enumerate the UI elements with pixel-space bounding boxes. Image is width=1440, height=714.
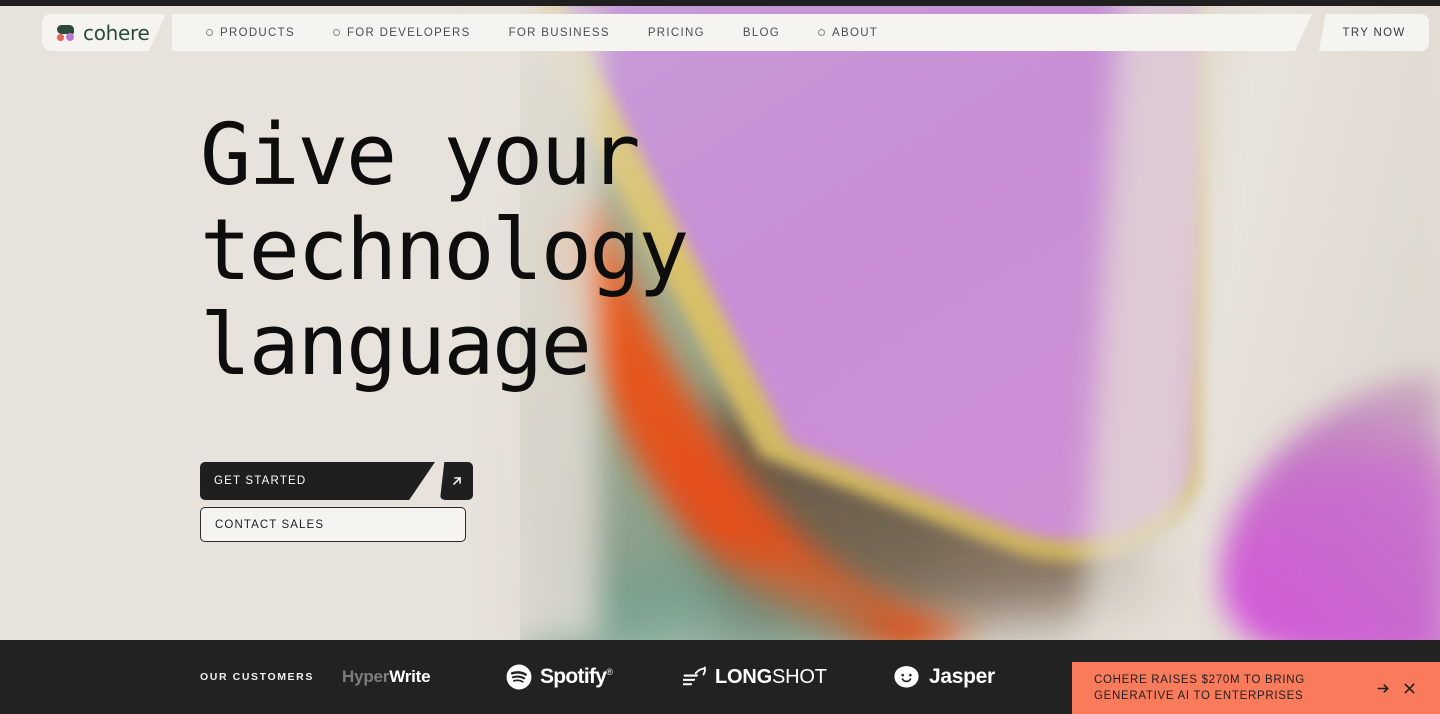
nav-item-label: FOR BUSINESS (508, 26, 610, 39)
nav-item-for-developers[interactable]: FOR DEVELOPERS (332, 26, 471, 39)
top-navigation: cohere PRODUCTS FOR DEVELOPERS FOR BUSIN… (0, 0, 1440, 62)
top-edge-strip (0, 0, 1440, 6)
hero-cta-group: GET STARTED CONTACT SALES (200, 462, 473, 542)
customer-logo-jasper[interactable]: Jasper (893, 665, 995, 689)
announcement-go-button[interactable] (1370, 675, 1396, 701)
contact-sales-button[interactable]: CONTACT SALES (200, 507, 466, 542)
nav-item-label: FOR DEVELOPERS (346, 26, 471, 39)
nav-item-for-business[interactable]: FOR BUSINESS (509, 27, 610, 39)
dropdown-dot-icon (206, 29, 213, 36)
spotify-icon (506, 664, 532, 690)
spotify-wordmark: Spotify® (540, 665, 613, 688)
nav-item-about[interactable]: ABOUT (818, 27, 878, 39)
nav-item-label: PRODUCTS (220, 26, 295, 39)
nav-item-pricing[interactable]: PRICING (648, 27, 705, 39)
page-root: cohere PRODUCTS FOR DEVELOPERS FOR BUSIN… (0, 0, 1440, 714)
customer-logo-longshot[interactable]: LONGSHOT (683, 666, 827, 689)
jasper-wordmark: Jasper (929, 665, 995, 688)
announcement-banner: COHERE RAISES $270M TO BRING GENERATIVE … (1072, 662, 1440, 714)
nav-item-products[interactable]: PRODUCTS (206, 27, 295, 39)
hyperwrite-part-dim: Hyper (342, 667, 390, 686)
headline-line-1: Give your (200, 106, 641, 205)
nav-item-label: ABOUT (832, 26, 879, 39)
announcement-close-button[interactable] (1396, 675, 1422, 701)
nav-item-blog[interactable]: BLOG (743, 27, 780, 39)
close-icon (1403, 682, 1415, 694)
try-now-button[interactable]: TRY NOW (1319, 14, 1429, 51)
longshot-rocket-icon (683, 666, 706, 686)
headline-line-3: language (200, 296, 592, 395)
get-started-button[interactable]: GET STARTED (200, 462, 435, 500)
longshot-wordmark: LONGSHOT (715, 665, 827, 688)
announcement-text: COHERE RAISES $270M TO BRING GENERATIVE … (1094, 674, 1305, 702)
nav-links-container: PRODUCTS FOR DEVELOPERS FOR BUSINESS PRI… (172, 14, 1312, 51)
hyperwrite-part-bright: Write (389, 667, 431, 686)
dropdown-dot-icon (332, 29, 340, 36)
headline-line-2: technology (200, 201, 689, 300)
logo-home-link[interactable]: cohere (42, 14, 166, 51)
jasper-smiley-icon (894, 666, 919, 688)
dropdown-dot-icon (818, 29, 826, 36)
customer-logo-hyperwrite[interactable]: Hyper Write (342, 667, 431, 687)
customers-label: OUR CUSTOMERS (200, 671, 314, 683)
contact-sales-label: CONTACT SALES (215, 518, 325, 531)
hero-headline: Give your technology language (200, 106, 689, 395)
nav-item-label: PRICING (647, 26, 705, 39)
arrow-up-right-icon (452, 477, 461, 485)
cohere-logo-mark-icon (57, 24, 77, 41)
get-started-label: GET STARTED (214, 475, 307, 487)
arrow-right-icon (1377, 683, 1389, 693)
customer-logo-spotify[interactable]: Spotify® (506, 664, 613, 690)
get-started-arrow-button[interactable] (440, 462, 473, 500)
try-now-label: TRY NOW (1342, 26, 1406, 39)
brand-name: cohere (83, 20, 150, 45)
nav-item-label: BLOG (742, 26, 781, 39)
